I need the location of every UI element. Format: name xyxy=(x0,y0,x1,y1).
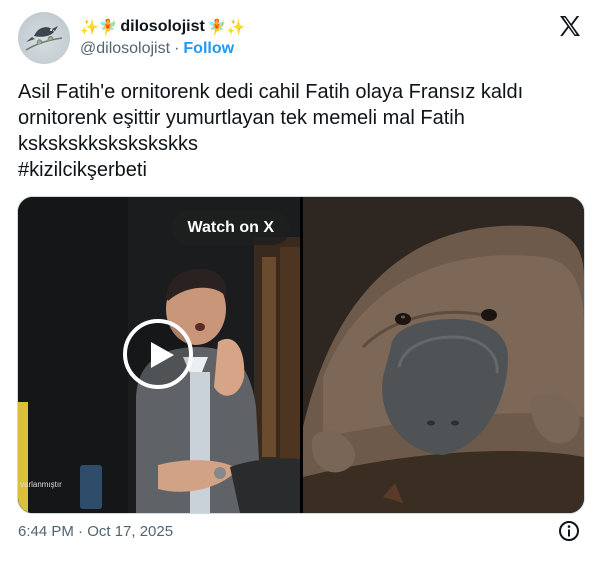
user-handle[interactable]: @dilosolojist xyxy=(80,40,170,58)
tweet-header: ✨🧚 dilosolojist 🧚✨ @dilosolojist · Follo… xyxy=(18,12,582,68)
platypus-photo[interactable] xyxy=(303,197,584,513)
play-icon xyxy=(151,342,174,368)
fairy-sparkles-emoji-right: 🧚✨ xyxy=(207,17,246,36)
tweet-text: Asil Fatih'e ornitorenk dedi cahil Fatih… xyxy=(18,79,582,183)
display-name-row[interactable]: ✨🧚 dilosolojist 🧚✨ xyxy=(80,16,245,38)
tweet-text-line: ornitorenk eşittir yumurtlayan tek memel… xyxy=(18,107,465,129)
tweet-footer: 6:44 PM · Oct 17, 2025 xyxy=(18,520,582,546)
handle-row: @dilosolojist · Follow xyxy=(80,40,234,58)
follow-button[interactable]: Follow xyxy=(183,40,234,58)
x-logo-icon[interactable] xyxy=(558,14,582,38)
tweet-text-line: kskskskkskskskskks xyxy=(18,133,198,155)
avatar[interactable] xyxy=(18,12,70,64)
video-thumbnail[interactable]: Watch on X varlanmıştır xyxy=(18,197,300,513)
timestamp[interactable]: 6:44 PM · Oct 17, 2025 xyxy=(18,523,173,540)
bird-branch-icon xyxy=(25,26,63,51)
tweet-text-line: Asil Fatih'e ornitorenk dedi cahil Fatih… xyxy=(18,81,524,103)
watch-on-x-button[interactable]: Watch on X xyxy=(171,211,290,245)
play-button[interactable] xyxy=(123,319,193,389)
platypus-image xyxy=(303,197,584,513)
media-grid: Watch on X varlanmıştır xyxy=(17,196,585,514)
sparkles-fairy-emoji-left: ✨🧚 xyxy=(80,17,118,36)
video-caption: varlanmıştır xyxy=(20,480,62,489)
hashtag-link[interactable]: #kizilcikşerbeti xyxy=(18,157,582,183)
info-icon[interactable] xyxy=(558,520,580,542)
display-name[interactable]: dilosolojist xyxy=(120,18,204,36)
separator-dot: · xyxy=(174,40,180,57)
